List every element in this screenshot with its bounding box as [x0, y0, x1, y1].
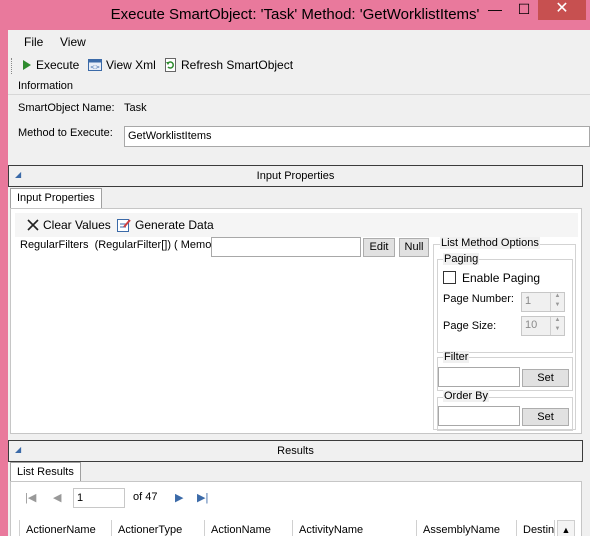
page-number-label: Page Number:	[443, 293, 514, 305]
order-by-field[interactable]	[438, 406, 520, 426]
regular-filters-field[interactable]	[211, 237, 361, 257]
svg-text:<>: <>	[90, 64, 100, 71]
minimize-button[interactable]: —	[480, 0, 510, 20]
paging-title: Paging	[443, 253, 480, 265]
close-button[interactable]: ✕	[538, 0, 586, 20]
play-icon	[23, 60, 31, 70]
enable-paging-label: Enable Paging	[462, 271, 541, 285]
tab-input-properties[interactable]: Input Properties	[10, 188, 102, 209]
next-page-icon[interactable]: ▶	[175, 491, 183, 504]
last-page-icon[interactable]: ▶|	[197, 491, 208, 504]
tab-list-results[interactable]: List Results	[10, 462, 81, 482]
column-header[interactable]: Destina	[517, 520, 555, 536]
regular-filters-label: RegularFilters (RegularFilter[]) ( Memo …	[20, 239, 219, 251]
filter-set-button[interactable]: Set	[522, 369, 569, 387]
maximize-button[interactable]: ☐	[510, 0, 538, 20]
generate-data-label: Generate Data	[135, 218, 214, 232]
toolbar: Execute <> View Xml Refresh SmartObject	[8, 54, 590, 78]
order-by-set-button[interactable]: Set	[522, 408, 569, 426]
stepper-down-icon[interactable]: ▼	[550, 326, 564, 335]
refresh-icon	[165, 58, 176, 72]
first-page-icon[interactable]: |◀	[25, 491, 36, 504]
results-navigator: |◀ ◀ 1 of 47 ▶ ▶|	[15, 486, 578, 510]
stepper-up-icon[interactable]: ▲	[550, 317, 564, 326]
edit-button[interactable]: Edit	[363, 238, 395, 257]
page-number-value: 1	[525, 295, 532, 307]
information-group-label: Information	[18, 80, 74, 92]
execute-button[interactable]: Execute	[22, 58, 79, 72]
results-header[interactable]: ◢ Results	[8, 440, 583, 462]
page-number-stepper[interactable]: 1 ▲ ▼	[521, 292, 565, 312]
input-properties-header[interactable]: ◢ Input Properties	[8, 165, 583, 187]
stepper-down-icon[interactable]: ▼	[550, 302, 564, 311]
refresh-smartobject-button[interactable]: Refresh SmartObject	[165, 58, 293, 72]
method-label: Method to Execute:	[18, 127, 113, 139]
order-by-title: Order By	[443, 390, 490, 402]
column-header[interactable]: ActionerName	[19, 520, 112, 536]
generate-data-icon	[117, 219, 131, 232]
smartobject-name-value: Task	[124, 102, 147, 114]
column-header[interactable]: ActionName	[205, 520, 293, 536]
input-toolbar: Clear Values Generate Data	[15, 213, 578, 237]
input-properties-header-label: Input Properties	[256, 170, 335, 182]
null-button[interactable]: Null	[399, 238, 429, 257]
filter-title: Filter	[443, 351, 470, 363]
clear-values-button[interactable]: Clear Values	[27, 218, 111, 232]
information-divider	[8, 94, 590, 95]
page-size-stepper[interactable]: 10 ▲ ▼	[521, 316, 565, 336]
view-xml-button[interactable]: <> View Xml	[88, 58, 156, 72]
scroll-up-icon[interactable]: ▲	[557, 520, 575, 536]
page-size-value: 10	[525, 319, 538, 331]
menu-view[interactable]: View	[60, 35, 86, 49]
smartobject-name-label: SmartObject Name:	[18, 102, 115, 114]
menu-bar: File View	[8, 32, 590, 52]
method-field[interactable]: GetWorklistItems	[124, 126, 590, 147]
refresh-label: Refresh SmartObject	[181, 58, 294, 72]
enable-paging-checkbox[interactable]	[443, 271, 456, 284]
list-results-page: |◀ ◀ 1 of 47 ▶ ▶| ActionerName ActionerT…	[10, 481, 582, 536]
stepper-up-icon[interactable]: ▲	[550, 293, 564, 302]
list-method-options-title: List Method Options	[440, 237, 540, 249]
column-header[interactable]: AssemblyName	[417, 520, 517, 536]
page-number-input[interactable]: 1	[73, 488, 125, 508]
column-header[interactable]: ActionerType	[112, 520, 205, 536]
toolbar-grip[interactable]	[11, 58, 13, 74]
title-bar: Execute SmartObject: 'Task' Method: 'Get…	[0, 0, 590, 30]
window-client: File View Execute <> View Xml Refresh Sm…	[8, 30, 590, 536]
results-header-label: Results	[277, 445, 314, 457]
execute-label: Execute	[36, 58, 80, 72]
clear-x-icon	[27, 219, 39, 231]
menu-file[interactable]: File	[24, 35, 43, 49]
previous-page-icon[interactable]: ◀	[53, 491, 61, 504]
generate-data-button[interactable]: Generate Data	[117, 218, 214, 232]
filter-field[interactable]	[438, 367, 520, 387]
page-size-label: Page Size:	[443, 320, 497, 332]
page-of-label: of 47	[133, 491, 158, 503]
column-header[interactable]: ActivityName	[293, 520, 417, 536]
xml-icon: <>	[88, 59, 102, 71]
view-xml-label: View Xml	[106, 58, 156, 72]
clear-values-label: Clear Values	[43, 218, 111, 232]
